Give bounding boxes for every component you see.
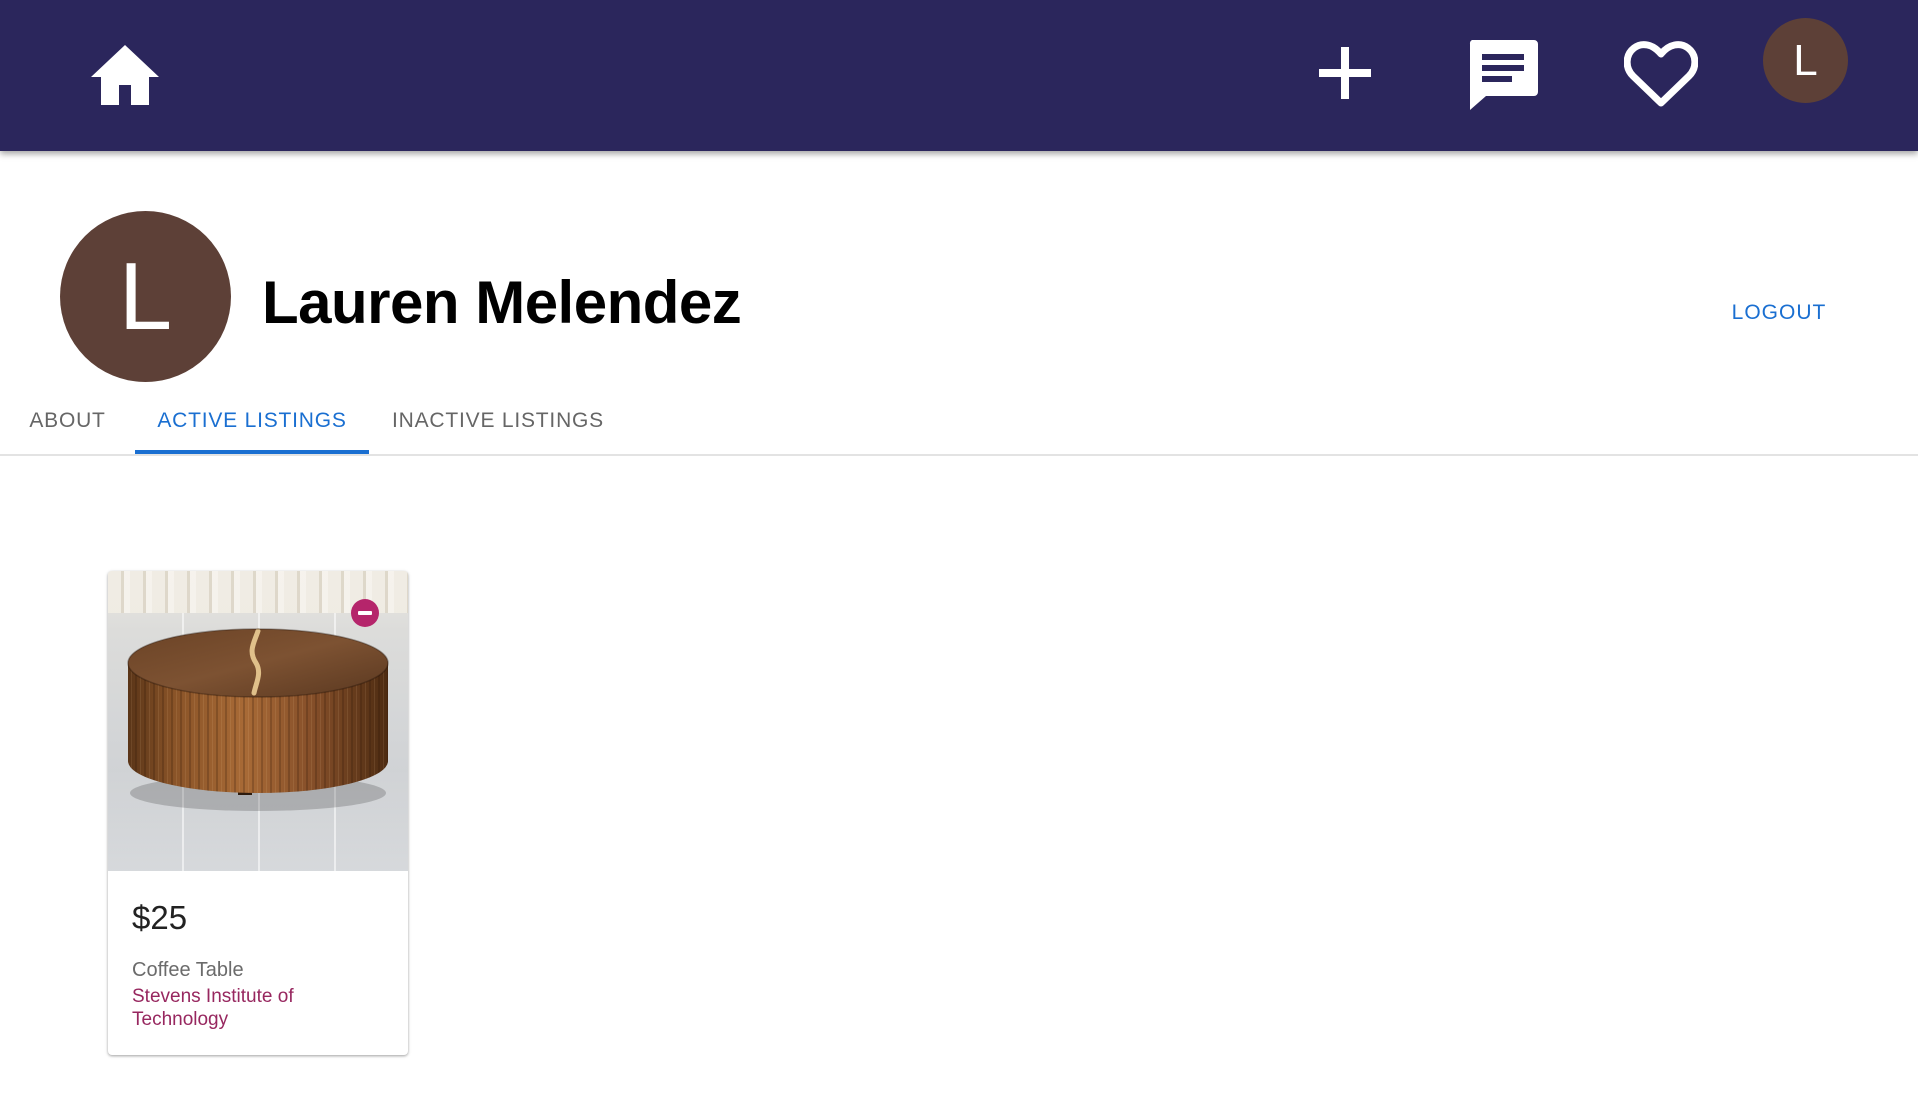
tab-active-listings[interactable]: ACTIVE LISTINGS (135, 388, 369, 454)
top-app-bar: L (0, 0, 1918, 151)
logout-button[interactable]: LOGOUT (1704, 298, 1854, 328)
profile-avatar: L (60, 211, 231, 382)
plus-icon (1319, 47, 1371, 99)
profile-tabs: ABOUT ACTIVE LISTINGS INACTIVE LISTINGS (0, 388, 1918, 456)
home-icon (91, 45, 159, 105)
listing-price: $25 (132, 899, 188, 936)
messages-button[interactable] (1456, 28, 1550, 122)
heart-icon (1624, 41, 1698, 107)
listing-card[interactable]: $25 Coffee Table Stevens Institute of Te… (108, 571, 408, 1055)
tab-about[interactable]: ABOUT (10, 388, 125, 454)
remove-circle-icon (358, 611, 372, 615)
chat-icon (1469, 40, 1538, 110)
favorites-button[interactable] (1614, 28, 1708, 122)
profile-avatar-initial: L (118, 242, 173, 350)
remove-listing-button[interactable] (351, 599, 379, 627)
active-tab-indicator (135, 450, 369, 454)
listing-photo (108, 571, 408, 871)
tab-inactive-listings[interactable]: INACTIVE LISTINGS (378, 388, 618, 454)
account-avatar-button[interactable]: L (1763, 18, 1848, 103)
profile-name: Lauren Melendez (262, 269, 742, 336)
listing-location: Stevens Institute of Technology (132, 986, 294, 1030)
listing-title: Coffee Table (132, 959, 244, 981)
home-button[interactable] (80, 30, 170, 120)
account-avatar-initial: L (1793, 35, 1818, 85)
add-listing-button[interactable] (1300, 28, 1390, 118)
